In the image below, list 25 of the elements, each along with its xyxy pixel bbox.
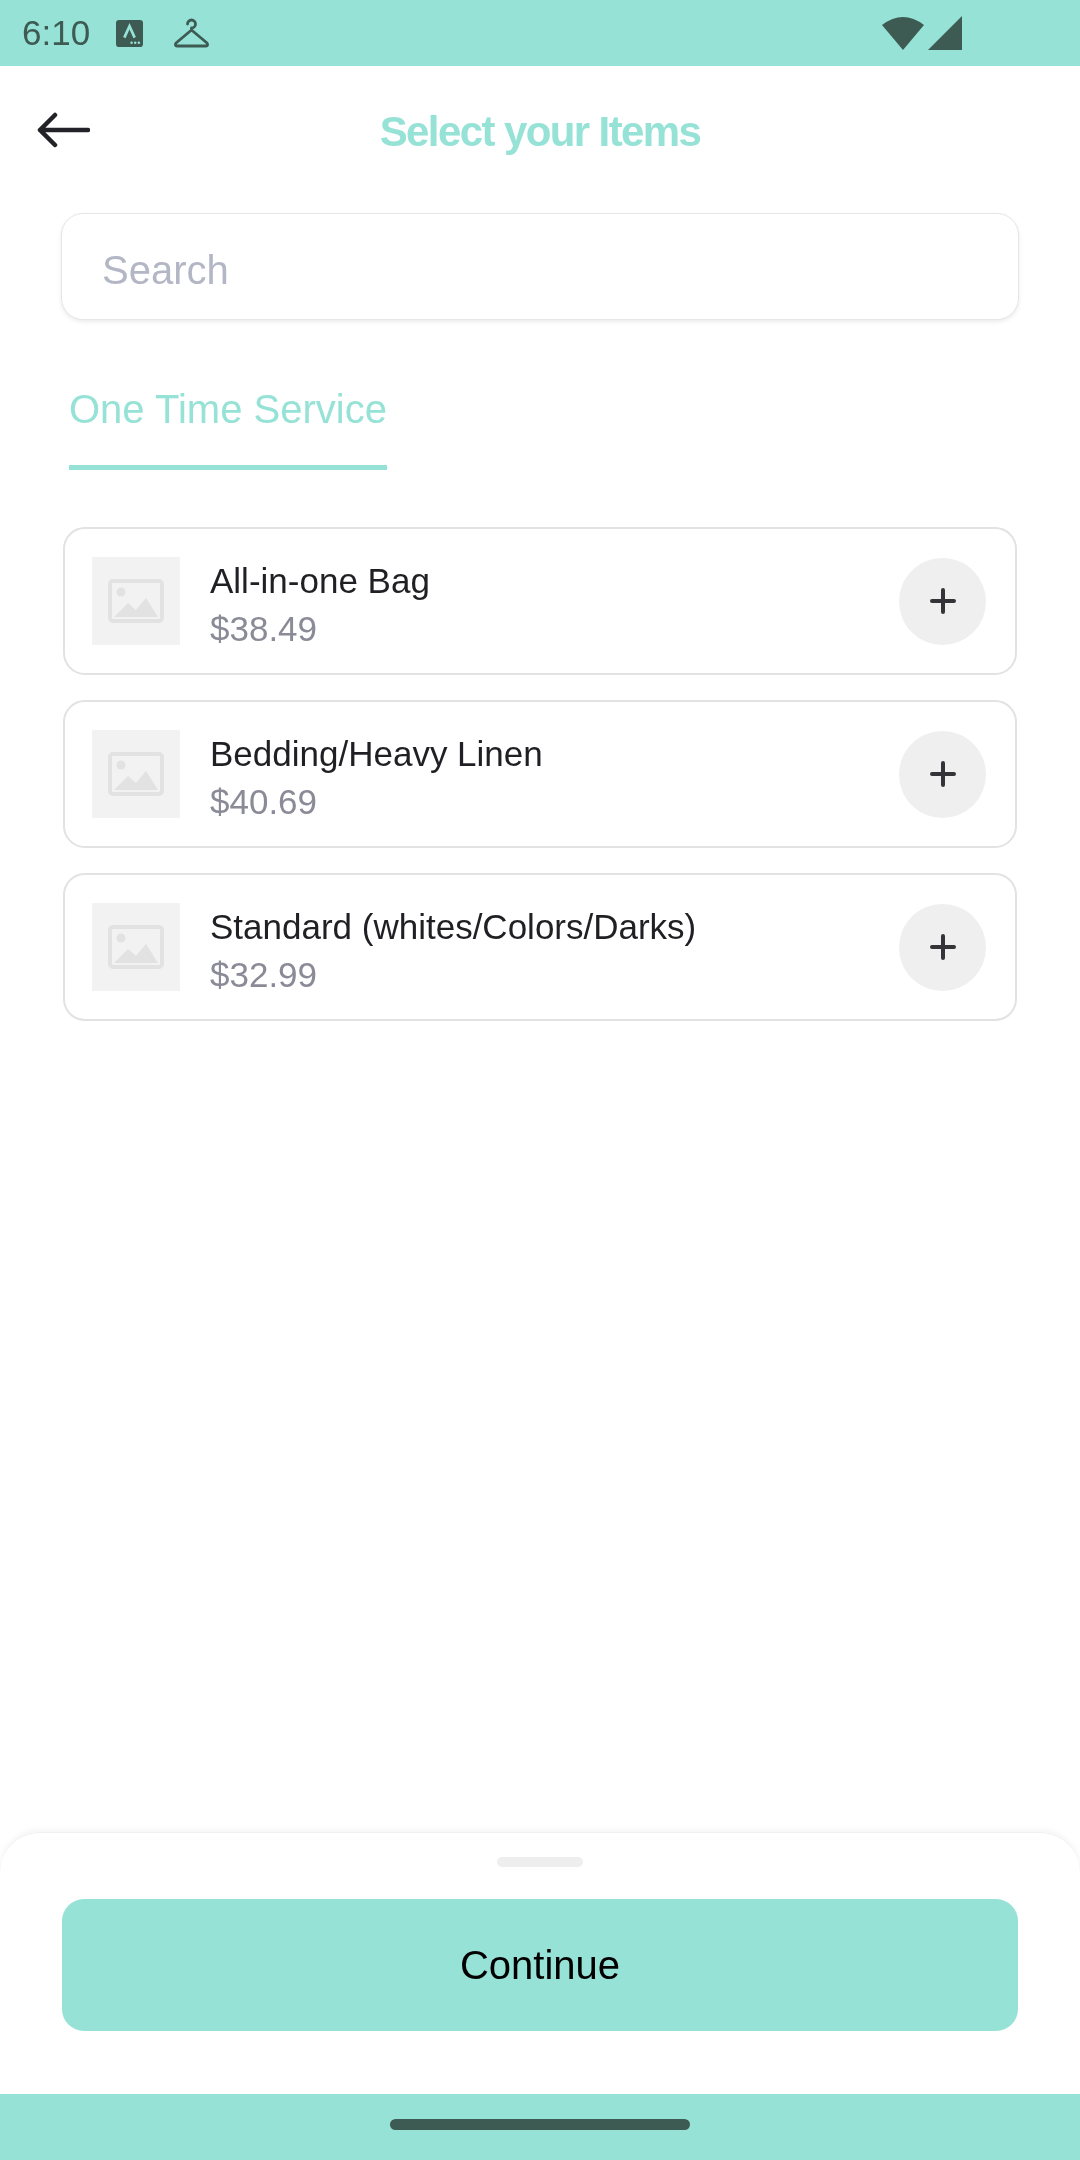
item-name: All-in-one Bag	[210, 560, 431, 602]
image-placeholder-icon	[92, 730, 180, 818]
item-name: Standard (whites/Colors/Darks)	[210, 906, 698, 948]
item-card[interactable]: Standard (whites/Colors/Darks) $32.99	[63, 873, 1017, 1021]
home-indicator[interactable]	[390, 2118, 690, 2130]
item-price: $38.49	[210, 608, 319, 650]
item-card[interactable]: All-in-one Bag $38.49	[63, 527, 1017, 675]
search-field[interactable]: Search	[61, 213, 1019, 320]
arrow-left-icon	[36, 112, 90, 148]
image-placeholder-icon	[92, 557, 180, 645]
page-title: Select your Items	[379, 108, 701, 156]
item-price: $40.69	[210, 781, 319, 823]
item-price: $32.99	[210, 954, 319, 996]
plus-icon	[929, 761, 956, 787]
item-card[interactable]: Bedding/Heavy Linen $40.69	[63, 700, 1017, 848]
notification-icon	[116, 19, 144, 47]
plus-icon	[929, 934, 956, 960]
status-time: 6:10	[22, 13, 91, 53]
plus-icon	[929, 588, 956, 614]
wifi-icon	[882, 16, 924, 50]
hanger-icon	[173, 17, 211, 49]
signal-icon	[928, 16, 962, 50]
item-name: Bedding/Heavy Linen	[210, 733, 544, 775]
continue-button[interactable]: Continue	[62, 1899, 1018, 2031]
image-placeholder-icon	[92, 903, 180, 991]
